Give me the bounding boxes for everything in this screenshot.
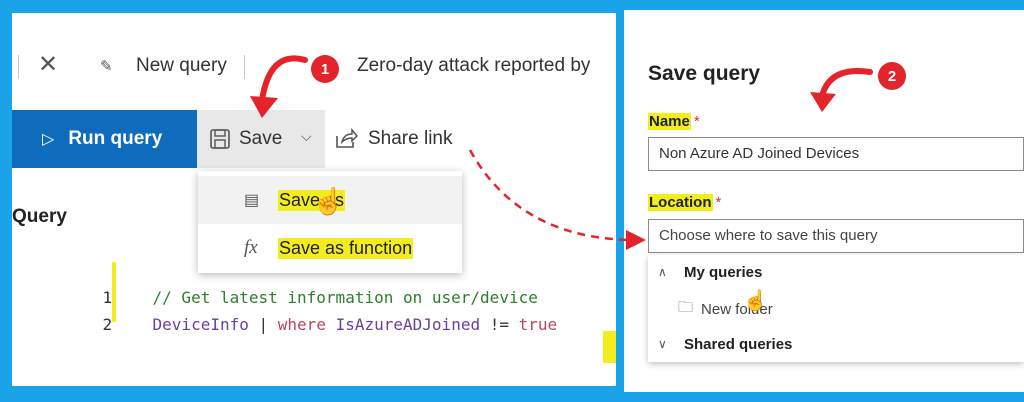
arrow-step2: [819, 68, 873, 99]
arrow-head-step2: [810, 92, 836, 112]
step-2-badge: 2: [878, 62, 906, 90]
hand-cursor-icon: ☝: [743, 290, 768, 312]
step-1-badge: 1: [311, 55, 339, 83]
arrow-step1: [259, 55, 308, 103]
dashed-connector: [468, 149, 646, 250]
arrow-head-step1: [250, 96, 278, 118]
annotation-arrows: [250, 55, 873, 250]
hand-cursor-icon: ☝: [312, 186, 345, 216]
